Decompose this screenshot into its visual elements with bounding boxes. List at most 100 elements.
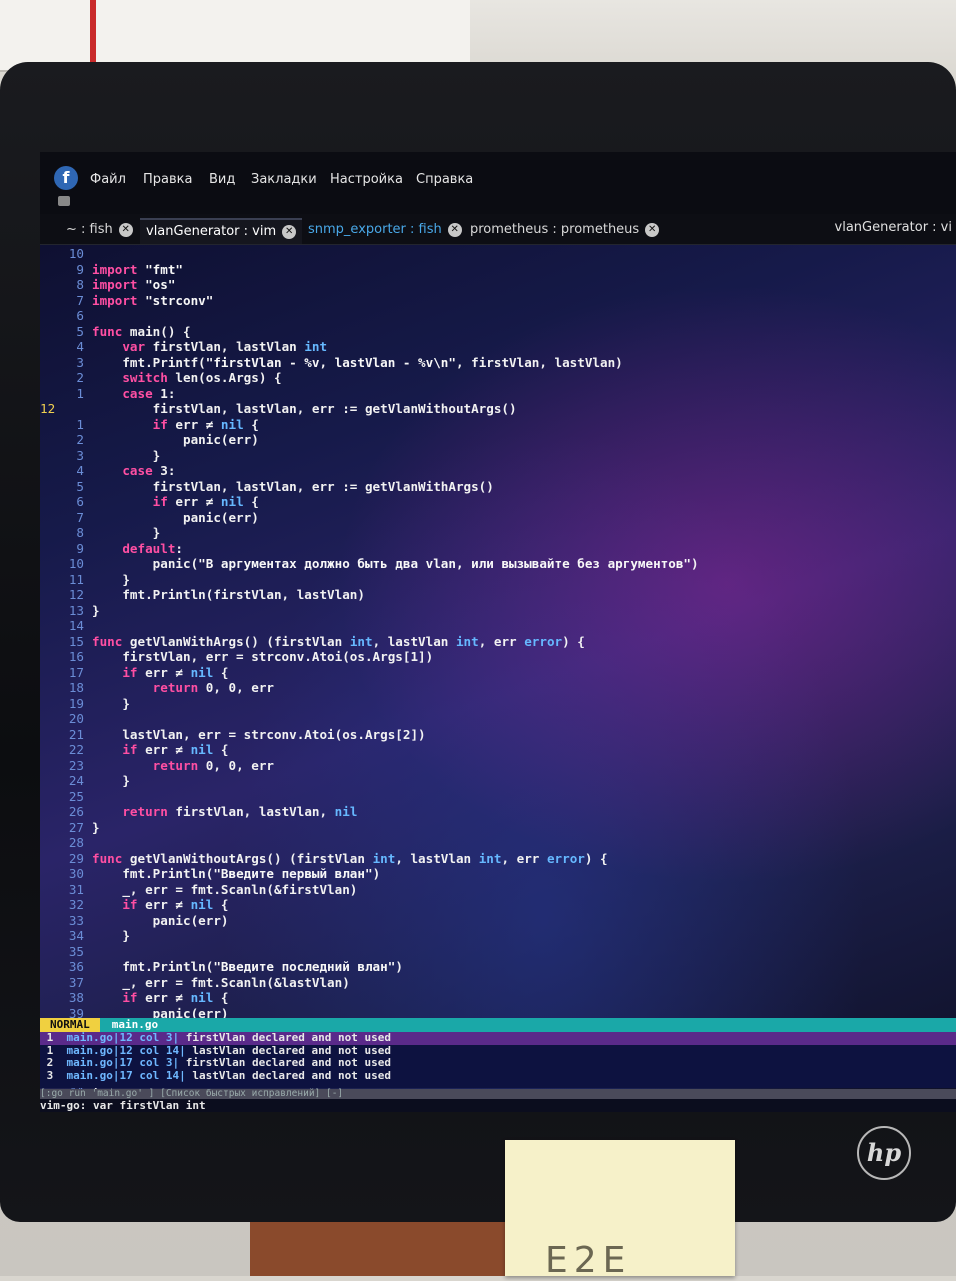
code-line[interactable]: 22 if err ≠ nil {	[40, 742, 956, 758]
code-line[interactable]: 18 return 0, 0, err	[40, 680, 956, 696]
code-line[interactable]: 6	[40, 308, 956, 324]
code-text: import "strconv"	[92, 292, 214, 308]
quickfix-message: lastVlan declared and not used	[185, 1043, 392, 1057]
line-number: 12	[68, 587, 84, 602]
code-line[interactable]: 36 fmt.Println("Введите последний влан")	[40, 959, 956, 975]
code-line[interactable]: 26 return firstVlan, lastVlan, nil	[40, 804, 956, 820]
tab-prometheus[interactable]: prometheus : prometheus ✕	[464, 218, 665, 242]
code-editor[interactable]: 10 9 import "fmt" 8 import "os" 7 import "strc…	[40, 246, 956, 1098]
code-line[interactable]: 21 lastVlan, err = strconv.Atoi(os.Args[…	[40, 727, 956, 743]
code-text: if err ≠ nil {	[122, 664, 229, 680]
code-line[interactable]: 2 panic(err)	[40, 432, 956, 448]
code-line[interactable]: 5 firstVlan, lastVlan, err := getVlanWit…	[40, 479, 956, 495]
code-text: firstVlan, lastVlan, err := getVlanWitho…	[92, 401, 517, 416]
code-line[interactable]: 17 if err ≠ nil {	[40, 665, 956, 681]
code-line[interactable]: 29 func getVlanWithoutArgs() (firstVlan i…	[40, 851, 956, 867]
code-line[interactable]: 16 firstVlan, err = strconv.Atoi(os.Args…	[40, 649, 956, 665]
code-line[interactable]: 3 }	[40, 448, 956, 464]
code-line[interactable]: 12 firstVlan, lastVlan, err := getVlanWi…	[40, 401, 956, 417]
line-number: 17	[68, 664, 84, 680]
code-line[interactable]: 9 import "fmt"	[40, 262, 956, 278]
code-line[interactable]: 38 if err ≠ nil {	[40, 990, 956, 1006]
code-line[interactable]: 1 case 1:	[40, 386, 956, 402]
menu-edit[interactable]: Правка	[143, 172, 192, 187]
code-line[interactable]: 35	[40, 944, 956, 960]
code-line[interactable]: 8 import "os"	[40, 277, 956, 293]
code-line[interactable]: 14	[40, 618, 956, 634]
quickfix-list[interactable]: 1 main.go|12 col 3| firstVlan declared a…	[40, 1031, 956, 1088]
code-text: return 0, 0, err	[152, 757, 274, 773]
code-text: firstVlan, err = strconv.Atoi(os.Args[1]…	[92, 649, 434, 664]
code-line[interactable]: 27}	[40, 820, 956, 836]
quickfix-message: firstVlan declared and not used	[179, 1031, 392, 1044]
menu-view[interactable]: Вид	[209, 172, 235, 187]
fedora-icon[interactable]: f	[54, 166, 78, 190]
line-number: 3	[76, 447, 84, 463]
close-icon[interactable]: ✕	[282, 224, 297, 239]
code-line[interactable]: 9 default:	[40, 541, 956, 557]
menu-file[interactable]: Файл	[90, 172, 126, 187]
quickfix-item[interactable]: 3 main.go|17 col 14| lastVlan declared a…	[40, 1069, 956, 1083]
code-line[interactable]: 3 fmt.Printf("firstVlan - %v, lastVlan -…	[40, 355, 956, 371]
code-line[interactable]: 24 }	[40, 773, 956, 789]
code-line[interactable]: 13}	[40, 603, 956, 619]
code-line[interactable]: 28	[40, 835, 956, 851]
code-text: func getVlanWithoutArgs() (firstVlan int…	[92, 850, 608, 866]
code-line[interactable]: 30 fmt.Println("Введите первый влан")	[40, 866, 956, 882]
code-line[interactable]: 31 _, err = fmt.Scanln(&firstVlan)	[40, 882, 956, 898]
code-line[interactable]: 23 return 0, 0, err	[40, 758, 956, 774]
close-icon[interactable]: ✕	[447, 222, 462, 237]
code-line[interactable]: 7 panic(err)	[40, 510, 956, 526]
code-line[interactable]: 25	[40, 789, 956, 805]
code-line[interactable]: 34 }	[40, 928, 956, 944]
tab-fish[interactable]: ~ : fish ✕	[60, 218, 139, 242]
line-number: 16	[68, 649, 84, 664]
code-text: fmt.Println(firstVlan, lastVlan)	[92, 587, 365, 602]
tab-snmp-exporter[interactable]: snmp_exporter : fish ✕	[302, 218, 468, 242]
line-number: 14	[68, 618, 84, 633]
code-line[interactable]: 6 if err ≠ nil {	[40, 494, 956, 510]
line-number: 7	[76, 292, 84, 308]
code-line[interactable]: 32 if err ≠ nil {	[40, 897, 956, 913]
code-text: lastVlan, err = strconv.Atoi(os.Args[2])	[92, 726, 426, 742]
menu-settings[interactable]: Настройка	[330, 172, 403, 187]
code-line[interactable]: 7 import "strconv"	[40, 293, 956, 309]
code-line[interactable]: 33 panic(err)	[40, 913, 956, 929]
line-number: 22	[68, 742, 84, 757]
code-text: default:	[122, 540, 184, 556]
line-number: 13	[68, 602, 84, 618]
code-text: if err ≠ nil {	[152, 494, 259, 509]
tab-label: prometheus : prometheus	[470, 222, 640, 237]
code-line[interactable]: 12 fmt.Println(firstVlan, lastVlan)	[40, 587, 956, 603]
menu-bookmarks[interactable]: Закладки	[251, 172, 317, 187]
code-text: }	[92, 773, 130, 788]
menu-help[interactable]: Справка	[416, 172, 473, 187]
command-line[interactable]: vim-go: var firstVlan int	[40, 1099, 956, 1112]
code-line[interactable]: 19 }	[40, 696, 956, 712]
code-line[interactable]: 10	[40, 246, 956, 262]
close-icon[interactable]: ✕	[645, 222, 660, 237]
code-line[interactable]: 1 if err ≠ nil {	[40, 417, 956, 433]
code-line[interactable]: 4 var firstVlan, lastVlan int	[40, 339, 956, 355]
code-line[interactable]: 4 case 3:	[40, 463, 956, 479]
tab-vlangenerator[interactable]: vlanGenerator : vim ✕	[140, 218, 303, 244]
line-number: 31	[68, 881, 84, 897]
line-number: 27	[68, 819, 84, 835]
sticky-note-text: E2E	[545, 1240, 632, 1281]
mode-indicator: NORMAL	[40, 1018, 100, 1032]
code-line[interactable]: 10 panic("В аргументах должно быть два v…	[40, 556, 956, 572]
terminal-icon[interactable]	[58, 196, 70, 206]
code-line[interactable]: 2 switch len(os.Args) {	[40, 370, 956, 386]
close-icon[interactable]: ✕	[118, 222, 133, 237]
code-line[interactable]: 15 func getVlanWithArgs() (firstVlan int,…	[40, 634, 956, 650]
code-line[interactable]: 37 _, err = fmt.Scanln(&lastVlan)	[40, 975, 956, 991]
code-line[interactable]: 5 func main() {	[40, 324, 956, 340]
code-line[interactable]: 20	[40, 711, 956, 727]
status-filename: main.go	[111, 1018, 159, 1031]
line-number: 37	[68, 974, 84, 990]
line-number: 28	[68, 835, 84, 850]
code-text: panic(err)	[92, 432, 259, 447]
code-line[interactable]: 11 }	[40, 572, 956, 588]
line-number: 3	[76, 354, 84, 370]
code-line[interactable]: 8 }	[40, 525, 956, 541]
